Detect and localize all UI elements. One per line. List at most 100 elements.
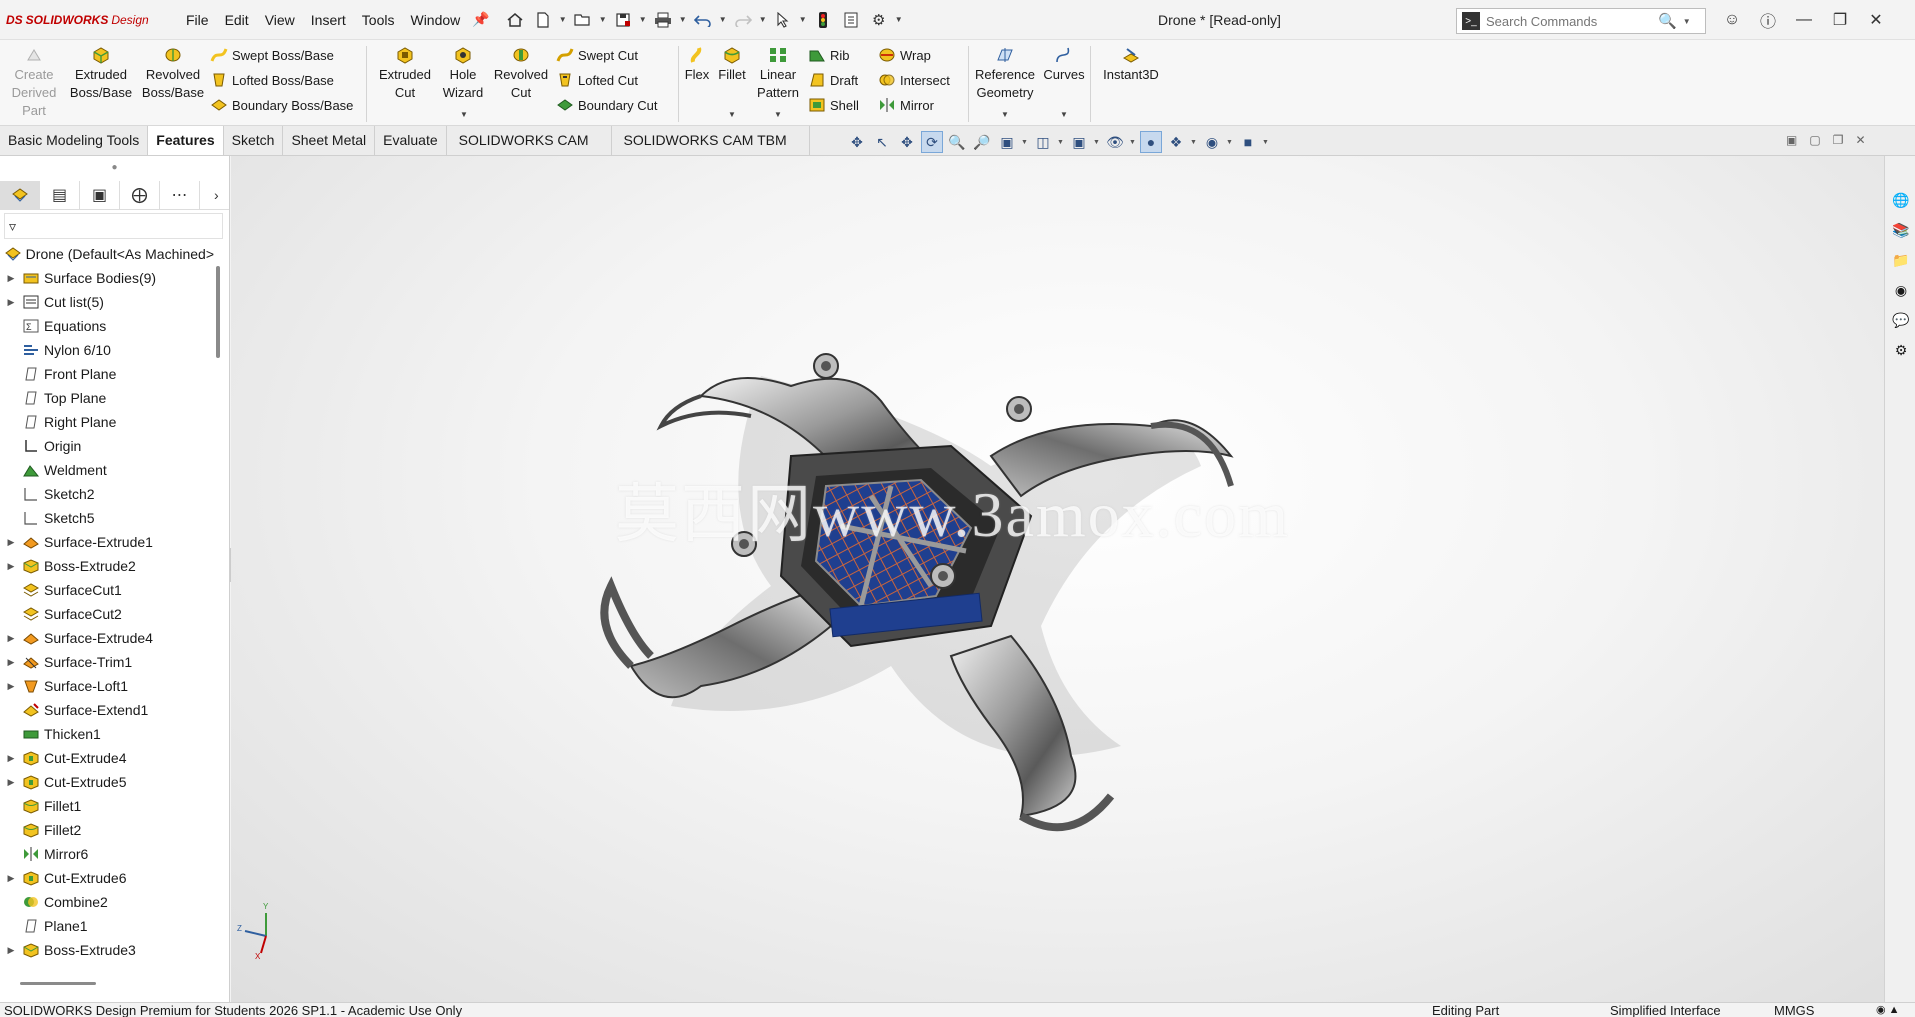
swept-boss-button[interactable]: Swept Boss/Base [210, 44, 334, 66]
search-commands-box[interactable]: >_ 🔍 ▼ [1456, 8, 1706, 34]
menu-insert[interactable]: Insert [303, 0, 354, 40]
tree-item[interactable]: ▶ Cut-Extrude6 [0, 866, 214, 890]
tab-basic-modeling-tools[interactable]: Basic Modeling Tools [0, 126, 149, 155]
menu-tools[interactable]: Tools [354, 0, 403, 40]
shell-button[interactable]: Shell [808, 94, 859, 116]
home-icon[interactable] [502, 7, 528, 33]
expand-arrow-icon[interactable]: ▶ [0, 945, 22, 956]
viewport-tile-icon[interactable]: ▣ [1786, 133, 1797, 147]
undo-icon[interactable] [690, 7, 716, 33]
tree-item[interactable]: Front Plane [0, 362, 214, 386]
tree-item[interactable]: Thicken1 [0, 722, 214, 746]
fillet-dropdown-icon[interactable]: ▼ [728, 110, 736, 119]
help-icon[interactable]: ⓘ [1750, 8, 1786, 32]
zoom-to-area-icon[interactable]: 🔎 [971, 131, 993, 153]
draft-button[interactable]: Draft [808, 69, 858, 91]
edit-appearance-dropdown-icon[interactable]: ▼ [1226, 139, 1234, 146]
status-units[interactable]: MMGS [1774, 1003, 1814, 1017]
extruded-cut-button[interactable]: Extruded Cut [370, 46, 440, 102]
tree-item[interactable]: ▶ Boss-Extrude3 [0, 938, 214, 962]
view-settings-dropdown-icon[interactable]: ▼ [1262, 139, 1270, 146]
tree-item[interactable]: ▶ Cut list(5) [0, 290, 214, 314]
expand-arrow-icon[interactable]: ▶ [0, 681, 22, 692]
expand-arrow-icon[interactable]: ▶ [0, 753, 22, 764]
hide-show-items-icon[interactable]: 👁 [1104, 131, 1126, 153]
tab-features[interactable]: Features [148, 126, 224, 155]
tree-root-part[interactable]: Drone (Default<As Machined> [0, 242, 214, 266]
status-interface-mode[interactable]: Simplified Interface [1610, 1003, 1721, 1017]
instant3d-button[interactable]: Instant3D [1094, 46, 1168, 84]
print-icon[interactable] [650, 7, 676, 33]
display-style-dropdown-icon[interactable]: ▼ [1093, 139, 1101, 146]
scene-icon[interactable]: ❖ [1165, 131, 1187, 153]
tree-item[interactable]: ▶ Surface Bodies(9) [0, 266, 214, 290]
tab-sketch[interactable]: Sketch [224, 126, 284, 155]
edit-appearance-icon[interactable]: ◉ [1201, 131, 1223, 153]
open-dropdown-icon[interactable]: ▼ [598, 15, 608, 24]
tree-item[interactable]: ▶ Surface-Loft1 [0, 674, 214, 698]
status-rebuild-icon[interactable]: ◉ ▲ [1876, 1003, 1900, 1017]
tree-item[interactable]: Origin [0, 434, 214, 458]
tree-item[interactable]: Weldment [0, 458, 214, 482]
hide-show-dropdown-icon[interactable]: ▼ [1129, 139, 1137, 146]
forum-icon[interactable]: 💬 [1889, 308, 1913, 332]
file-properties-icon[interactable] [838, 7, 864, 33]
menu-edit[interactable]: Edit [217, 0, 257, 40]
tree-filter[interactable]: ▿ [4, 213, 223, 239]
reference-geometry-dropdown-icon[interactable]: ▼ [1001, 110, 1009, 119]
expand-arrow-icon[interactable]: ▶ [0, 633, 22, 644]
tree-item[interactable]: ▶ Surface-Extrude1 [0, 530, 214, 554]
viewport-restore-icon[interactable]: ❐ [1833, 133, 1844, 147]
expand-arrow-icon[interactable]: ▶ [0, 297, 22, 308]
tree-item[interactable]: Top Plane [0, 386, 214, 410]
rib-button[interactable]: Rib [808, 44, 850, 66]
tree-item[interactable]: Nylon 6/10 [0, 338, 214, 362]
redo-dropdown-icon[interactable]: ▼ [758, 15, 768, 24]
solidworks-logo[interactable]: DS SOLIDWORKS Design [0, 13, 178, 27]
flex-button[interactable]: Flex [680, 46, 714, 84]
redo-icon[interactable] [730, 7, 756, 33]
intersect-button[interactable]: Intersect [878, 69, 950, 91]
dimxpert-manager-tab-icon[interactable]: ⨁ [120, 180, 160, 209]
search-icon[interactable]: 🔍 [1658, 12, 1677, 30]
tree-item[interactable]: Fillet1 [0, 794, 214, 818]
tree-item[interactable]: Right Plane [0, 410, 214, 434]
reference-triad[interactable]: Y Z X [231, 891, 291, 961]
expand-arrow-icon[interactable]: ▶ [0, 273, 22, 284]
section-view-icon[interactable]: ◫ [1032, 131, 1054, 153]
tree-scrollbar-vertical[interactable] [216, 266, 220, 358]
pin-menu-icon[interactable]: 📌 [472, 11, 489, 28]
mirror-button[interactable]: Mirror [878, 94, 934, 116]
new-document-icon[interactable] [530, 7, 556, 33]
boundary-boss-button[interactable]: Boundary Boss/Base [210, 94, 353, 116]
new-dropdown-icon[interactable]: ▼ [558, 15, 568, 24]
viewport-split-icon[interactable]: ▢ [1809, 133, 1820, 147]
property-manager-tab-icon[interactable]: ▤ [40, 180, 80, 209]
tree-item[interactable]: Σ Equations [0, 314, 214, 338]
options-gear-icon[interactable]: ⚙ [866, 7, 892, 33]
hole-wizard-dropdown-icon[interactable]: ▼ [460, 110, 468, 119]
tab-evaluate[interactable]: Evaluate [375, 126, 447, 155]
minimize-icon[interactable]: — [1786, 11, 1822, 29]
revolved-cut-button[interactable]: Revolved Cut [490, 46, 552, 102]
tree-item[interactable]: Combine2 [0, 890, 214, 914]
tab-sheet-metal[interactable]: Sheet Metal [283, 126, 376, 155]
reference-geometry-button[interactable]: Reference Geometry [970, 46, 1040, 102]
search-commands-input[interactable] [1486, 13, 1656, 29]
menu-window[interactable]: Window [402, 0, 468, 40]
view-orientation-icon[interactable]: ▣ [1068, 131, 1090, 153]
select-dropdown-icon[interactable]: ▼ [798, 15, 808, 24]
user-account-icon[interactable]: ☺ [1714, 11, 1750, 29]
tree-item[interactable]: ▶ Boss-Extrude2 [0, 554, 214, 578]
revolved-boss-button[interactable]: Revolved Boss/Base [138, 46, 208, 102]
hole-wizard-button[interactable]: Hole Wizard [436, 46, 490, 102]
section-dropdown-icon[interactable]: ▼ [1057, 139, 1065, 146]
menu-file[interactable]: File [178, 0, 217, 40]
tree-item[interactable]: Plane1 [0, 914, 214, 938]
solidworks-resources-icon[interactable]: 🌐 [1889, 188, 1913, 212]
boundary-cut-button[interactable]: Boundary Cut [556, 94, 658, 116]
graphics-area[interactable]: 莫西网www.3amox.com Y Z X [231, 156, 1884, 1002]
design-library-icon[interactable]: 📚 [1889, 218, 1913, 242]
configuration-manager-tab-icon[interactable]: ▣ [80, 180, 120, 209]
print-dropdown-icon[interactable]: ▼ [678, 15, 688, 24]
